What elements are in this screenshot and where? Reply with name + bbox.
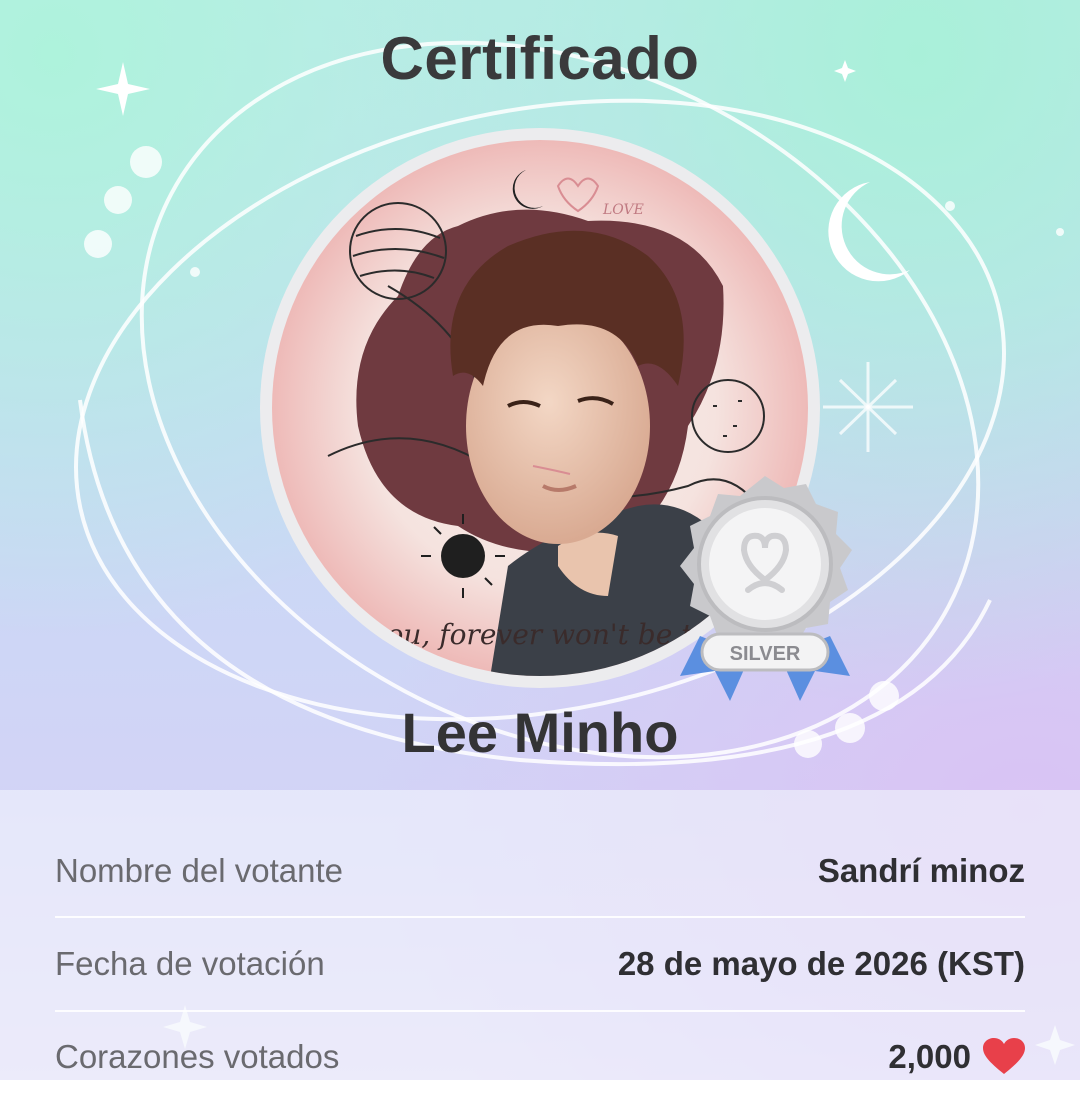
portrait-caption: you, forever won't be to: [369, 618, 710, 651]
hearts-voted-value: 2,000: [888, 1038, 971, 1075]
svg-text:LOVE: LOVE: [602, 202, 644, 218]
voter-name-label: Nombre del votante: [55, 852, 343, 889]
heart-icon: [983, 1038, 1025, 1074]
sparkle-icon: [823, 362, 913, 452]
hearts-voted-label: Corazones votados: [55, 1038, 340, 1075]
hearts-voted-row: Corazones votados 2,000: [55, 1010, 1025, 1104]
voter-name-row: Nombre del votante Sandrí minoz: [55, 824, 1025, 918]
vote-date-label: Fecha de votación: [55, 945, 325, 982]
voter-name-value: Sandrí minoz: [817, 852, 1025, 889]
vote-date-row: Fecha de votación 28 de mayo de 2026 (KS…: [55, 917, 1025, 1011]
badge-tier-label: SILVER: [730, 643, 801, 665]
silver-badge: SILVER: [680, 476, 852, 701]
hearts-voted-value-group: 2,000: [888, 1038, 1025, 1076]
vote-date-value: 28 de mayo de 2026 (KST): [617, 945, 1025, 982]
certificate-title: Certificado: [380, 25, 700, 92]
artist-name: Lee Minho: [401, 701, 679, 764]
silver-medal-heart-icon: [680, 476, 852, 652]
